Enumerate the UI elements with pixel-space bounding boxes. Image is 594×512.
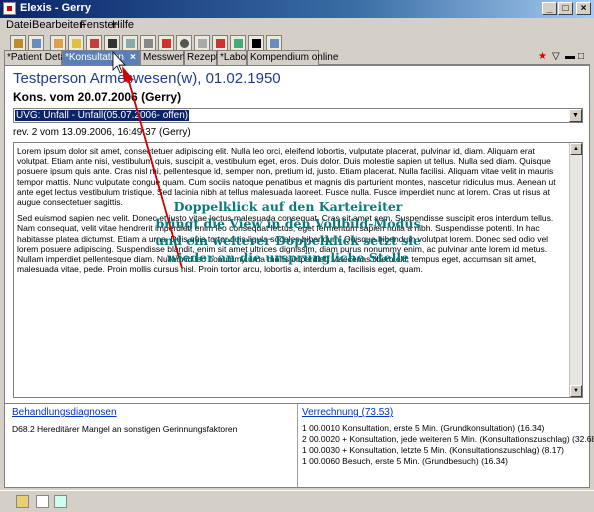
- annotation-line: Doppelklick auf den Karteireiter: [173, 199, 403, 214]
- annotation-line: und ein weiterer Doppelklick setzt sie: [155, 233, 421, 248]
- annotation-text: Doppelklick auf den Karteireiter bringt …: [118, 198, 458, 266]
- annotation-line: bringt die View in den Vollbild-Modus: [155, 216, 421, 231]
- annotation-line: wieder an die ursprüngliche Stelle: [166, 250, 410, 265]
